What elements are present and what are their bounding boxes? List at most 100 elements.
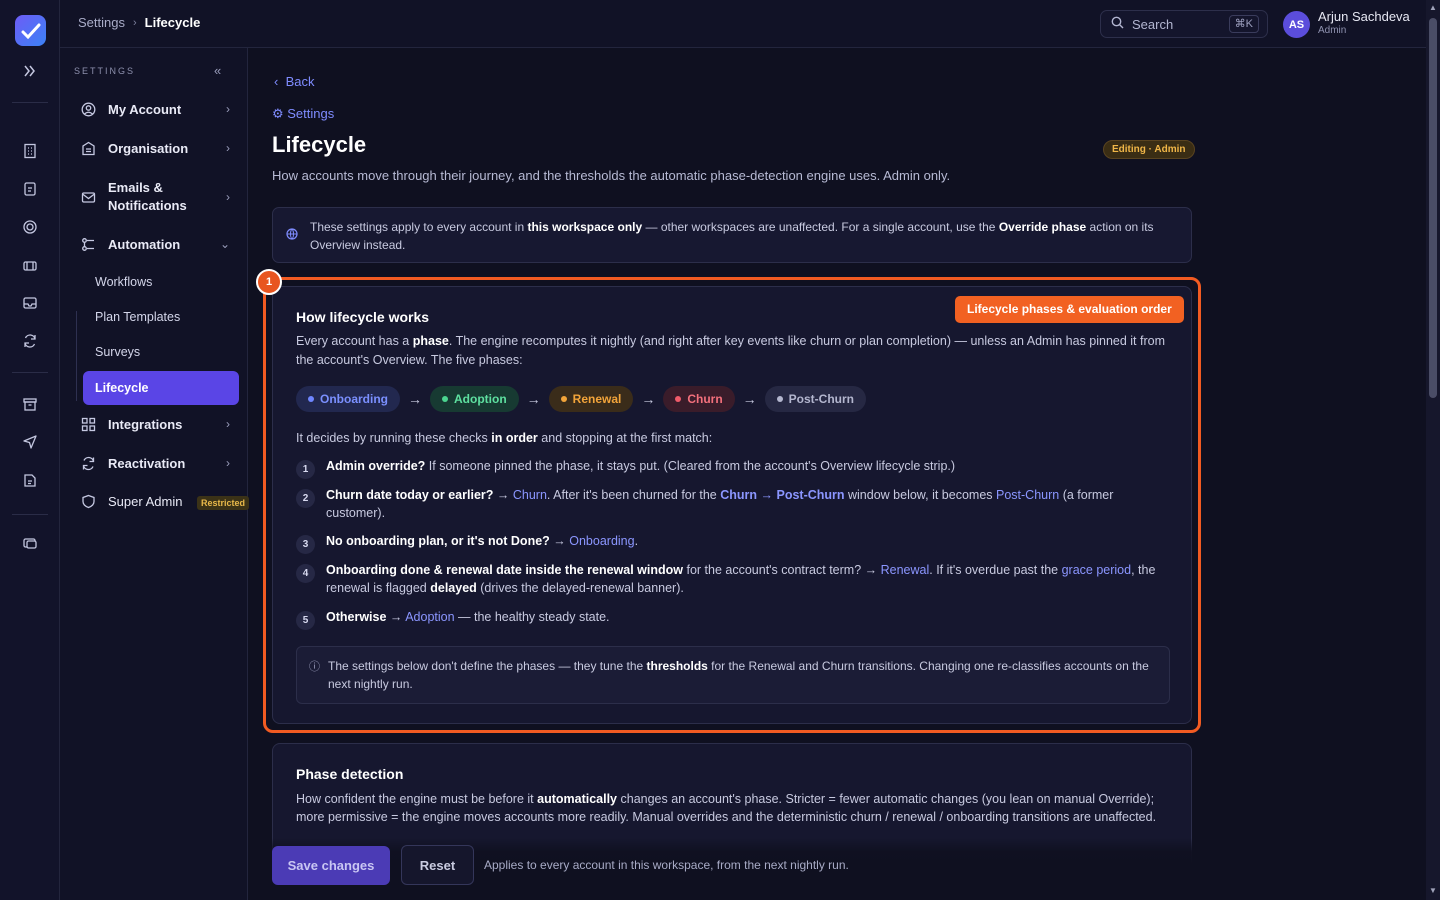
footer-note: Applies to every account in this workspa… <box>484 858 849 872</box>
phase-flow: Onboarding → Adoption → Renewal → Churn … <box>296 386 866 412</box>
chevron-right-icon: › <box>226 456 230 470</box>
sidebar-item-label: Automation <box>108 236 181 252</box>
building-icon[interactable] <box>20 141 40 161</box>
phase-pill-churn: Churn <box>663 386 735 412</box>
list-item: 5 Otherwise → Adoption — the healthy ste… <box>296 608 1166 630</box>
chevron-right-icon: › <box>226 141 230 155</box>
expand-rail-icon[interactable] <box>20 61 40 81</box>
tickets-icon[interactable] <box>20 256 40 276</box>
annotation-marker: 1 <box>256 269 282 295</box>
card-title: How lifecycle works <box>296 309 430 325</box>
inbox-icon[interactable] <box>20 293 40 313</box>
page-scrollbar[interactable]: ▲ ▼ <box>1426 0 1440 900</box>
clipboard-icon[interactable] <box>20 179 40 199</box>
thresholds-info-note: ⓘ The settings below don't define the ph… <box>296 646 1170 704</box>
sidebar-item-label: Emails & Notifications <box>108 180 187 213</box>
sidebar-item-label: Reactivation <box>108 455 186 471</box>
user-name[interactable]: Arjun Sachdeva <box>1318 9 1410 24</box>
user-circle-icon <box>80 101 96 117</box>
sidebar-item-integrations[interactable]: Integrations › <box>80 416 230 432</box>
arrow-right-icon: → <box>641 391 656 407</box>
sidebar-item-label: Super Admin <box>108 493 183 509</box>
sidebar-item-label: Organisation <box>108 140 189 156</box>
lifecycle-phases-button[interactable]: Lifecycle phases & evaluation order <box>955 296 1184 323</box>
phase-pill-post-churn: Post-Churn <box>764 386 866 412</box>
breadcrumb-lifecycle: Lifecycle <box>144 15 201 30</box>
report-icon[interactable] <box>20 470 40 490</box>
building-icon <box>80 140 96 156</box>
list-item: 1 Admin override? If someone pinned the … <box>296 457 1166 479</box>
list-item: 2 Churn date today or earlier? → Churn. … <box>296 486 1166 522</box>
sidebar-item-label: Integrations <box>108 416 183 432</box>
workspace-scope-note: These settings apply to every account in… <box>272 207 1192 263</box>
back-link[interactable]: ‹ Back <box>274 74 314 89</box>
editing-badge: Editing · Admin <box>1103 140 1195 159</box>
page-subtitle: How accounts move through their journey,… <box>272 168 951 183</box>
chevron-right-icon: › <box>132 16 137 29</box>
list-item: 3 No onboarding plan, or it's not Done? … <box>296 532 1166 554</box>
scroll-up-icon[interactable]: ▲ <box>1429 3 1437 12</box>
chevron-down-icon: ⌄ <box>219 237 230 251</box>
top-bar: Settings › Lifecycle Search ⌘K AS Arjun … <box>60 0 1426 48</box>
mail-icon <box>80 189 96 205</box>
how-lifecycle-works-card: How lifecycle works Lifecycle phases & e… <box>272 286 1192 724</box>
sidebar-item-reactivation[interactable]: Reactivation › <box>80 455 230 471</box>
save-button[interactable]: Save changes <box>272 846 390 885</box>
search-placeholder: Search <box>1132 16 1174 32</box>
main-content: ‹ Back ⚙ Settings Lifecycle Editing · Ad… <box>248 48 1426 900</box>
send-icon[interactable] <box>20 432 40 452</box>
refresh-icon <box>80 455 96 471</box>
arrow-right-icon: → <box>742 391 757 407</box>
arrow-right-icon: → <box>526 391 541 407</box>
reset-button[interactable]: Reset <box>401 845 474 885</box>
settings-sidebar: SETTINGS « My Account › Organisation › E… <box>60 48 250 900</box>
search-shortcut: ⌘K <box>1228 15 1259 33</box>
sticky-footer: Save changes Reset Applies to every acco… <box>248 838 1426 900</box>
breadcrumb-settings[interactable]: Settings <box>78 15 125 30</box>
collapse-sidebar-icon[interactable]: « <box>214 63 221 78</box>
submenu-guide-line <box>76 311 77 401</box>
sidebar-heading: SETTINGS <box>74 66 136 76</box>
page-title: Lifecycle <box>272 132 367 157</box>
settings-link[interactable]: ⚙ Settings <box>272 106 334 122</box>
search-input[interactable]: Search ⌘K <box>1100 10 1268 38</box>
app-logo-icon[interactable] <box>15 15 46 46</box>
sidebar-subitem-lifecycle[interactable]: Lifecycle <box>83 371 239 405</box>
arrow-right-icon: → <box>408 391 422 407</box>
breadcrumb: Settings › Lifecycle <box>78 15 200 30</box>
archive-icon[interactable] <box>20 394 40 414</box>
list-item: 4 Onboarding done & renewal date inside … <box>296 561 1166 597</box>
sidebar-item-emails-notifications[interactable]: Emails & Notifications › <box>80 179 230 215</box>
phase-pill-renewal: Renewal <box>548 386 634 412</box>
restricted-badge: Restricted <box>197 496 250 510</box>
grid-icon <box>80 416 96 432</box>
shield-icon <box>80 493 96 509</box>
phase-pill-onboarding: Onboarding <box>296 386 400 412</box>
chevron-right-icon: › <box>226 190 230 204</box>
cards-icon[interactable] <box>20 533 40 553</box>
sidebar-item-organisation[interactable]: Organisation › <box>80 140 230 156</box>
card-lead-text: Every account has a phase. The engine re… <box>296 334 1165 367</box>
globe-icon <box>286 227 298 245</box>
phase-pill-adoption: Adoption <box>430 386 519 412</box>
automation-icon <box>80 236 96 252</box>
sidebar-item-my-account[interactable]: My Account › <box>80 101 230 117</box>
evaluation-order-intro: It decides by running these checks in or… <box>296 431 713 445</box>
target-icon[interactable] <box>20 217 40 237</box>
sync-icon[interactable] <box>20 331 40 351</box>
scroll-down-icon[interactable]: ▼ <box>1429 886 1437 895</box>
sidebar-subitem-plan-templates[interactable]: Plan Templates <box>95 310 180 324</box>
scrollbar-thumb[interactable] <box>1429 18 1437 398</box>
sidebar-item-automation[interactable]: Automation ⌄ <box>80 236 230 252</box>
back-label: Back <box>285 74 315 89</box>
sidebar-subitem-workflows[interactable]: Workflows <box>95 275 152 289</box>
sidebar-subitem-surveys[interactable]: Surveys <box>95 345 140 359</box>
search-icon <box>1111 16 1124 32</box>
info-icon: ⓘ <box>309 661 320 673</box>
user-role: Admin <box>1318 25 1347 36</box>
sidebar-item-label: My Account <box>108 101 182 117</box>
chevron-right-icon: › <box>226 417 230 431</box>
icon-rail <box>0 0 60 900</box>
avatar[interactable]: AS <box>1283 11 1310 38</box>
phase-detection-description: How confident the engine must be before … <box>296 792 1157 824</box>
